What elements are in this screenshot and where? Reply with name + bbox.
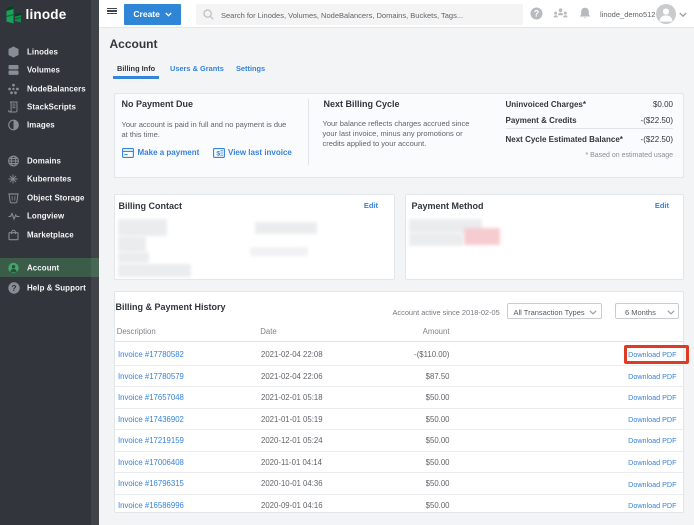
svg-text:?: ? — [534, 9, 540, 19]
svg-text:$: $ — [216, 150, 220, 157]
svg-text:?: ? — [11, 283, 16, 293]
